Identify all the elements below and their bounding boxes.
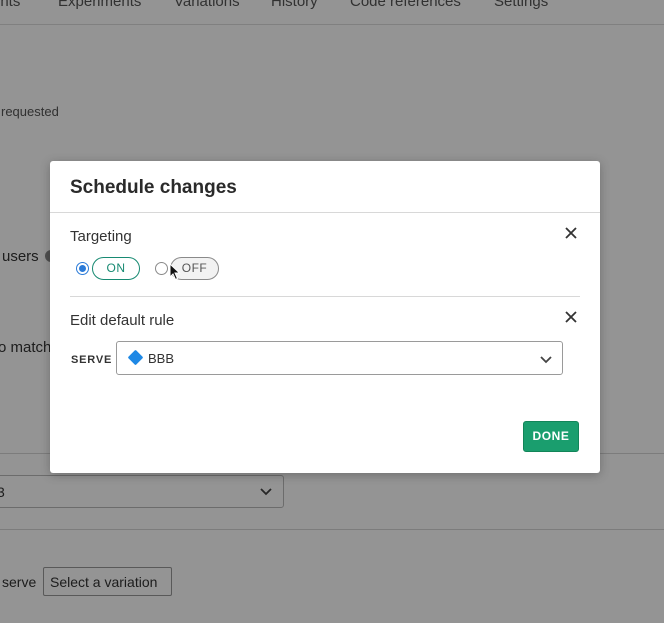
serve-label: SERVE bbox=[71, 354, 113, 366]
targeting-off-radio[interactable] bbox=[155, 262, 168, 275]
targeting-on-radio[interactable] bbox=[76, 262, 89, 275]
targeting-label: Targeting bbox=[70, 228, 132, 245]
modal-header: Schedule changes bbox=[50, 161, 600, 213]
edit-default-rule-label: Edit default rule bbox=[70, 312, 175, 329]
modal-title: Schedule changes bbox=[70, 177, 237, 198]
chevron-down-icon bbox=[540, 356, 552, 364]
serve-variation-select[interactable]: BBB bbox=[116, 341, 563, 375]
targeting-on-pill[interactable]: ON bbox=[92, 257, 140, 280]
section-divider bbox=[70, 296, 580, 297]
schedule-changes-modal: Schedule changes Targeting ON OFF Edit d… bbox=[50, 161, 600, 473]
diamond-icon bbox=[127, 349, 144, 366]
serve-value: BBB bbox=[148, 351, 175, 366]
mouse-cursor-icon bbox=[169, 263, 181, 281]
done-button[interactable]: DONE bbox=[523, 421, 579, 452]
close-icon[interactable] bbox=[563, 225, 579, 241]
close-icon[interactable] bbox=[563, 309, 579, 325]
